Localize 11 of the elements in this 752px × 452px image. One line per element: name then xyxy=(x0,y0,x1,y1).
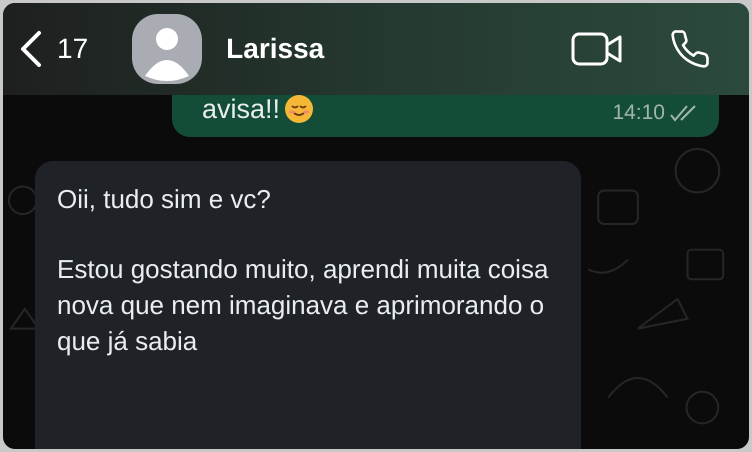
phone-call-icon[interactable] xyxy=(669,28,711,70)
message-text: avisa!! xyxy=(202,93,280,125)
back-chevron-icon xyxy=(19,30,43,68)
contact-name[interactable]: Larissa xyxy=(226,28,324,70)
message-text: Estou gostando muito, aprendi muita coisa nova que nem imaginava e aprimorando o que já sabia xyxy=(57,253,550,358)
message-time: 14:10 xyxy=(612,100,665,126)
back-button[interactable]: 17 xyxy=(19,28,88,70)
smiling-face-icon xyxy=(284,94,314,124)
message-text: Oii, tudo sim e vc? xyxy=(57,183,272,216)
video-call-icon[interactable] xyxy=(571,32,623,66)
avatar[interactable] xyxy=(132,14,202,84)
